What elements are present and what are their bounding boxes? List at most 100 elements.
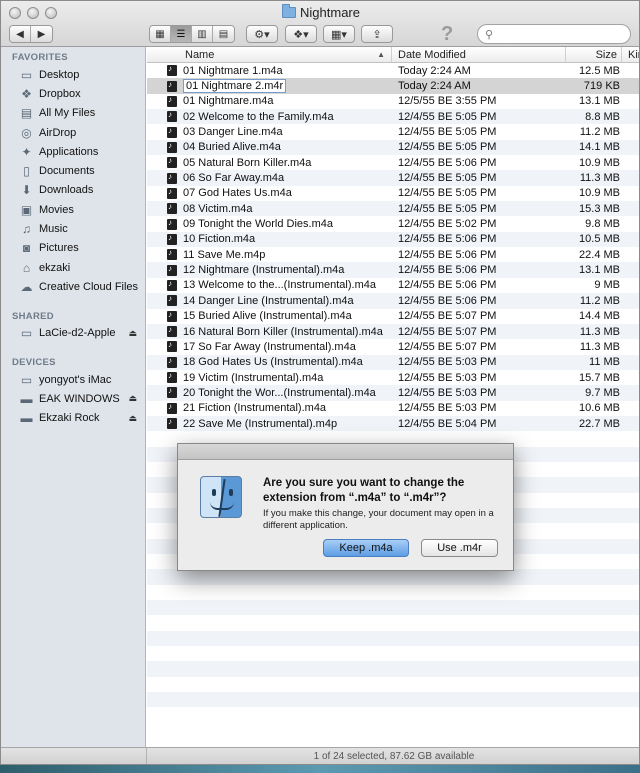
- file-row[interactable]: 03 Danger Line.m4a 12/4/55 BE 5:05 PM 11.2…: [147, 124, 639, 139]
- file-row[interactable]: 16 Natural Born Killer (Instrumental).m4…: [147, 323, 639, 340]
- list-view-button[interactable]: ☰: [171, 26, 192, 42]
- sidebar-item[interactable]: ◙ Pictures: [1, 239, 145, 258]
- sidebar-header-devices: DEVICES: [12, 356, 56, 368]
- dropbox-icon: ❖: [21, 86, 32, 101]
- sidebar-item[interactable]: ⌂ ekzaki: [1, 258, 145, 277]
- titlebar: Nightmare ◀ ▶ ▦ ☰ ▥ ▤ ⚙▾ ❖▾ ▦▾ ⇪ ? ⚲: [1, 1, 639, 47]
- column-kind-header[interactable]: Kind: [622, 47, 639, 62]
- back-button[interactable]: ◀: [10, 26, 31, 42]
- cover-flow-button[interactable]: ▤: [213, 26, 234, 42]
- file-row[interactable]: 11 Save Me.m4p 12/4/55 BE 5:06 PM 22.4 MBp…: [147, 247, 639, 262]
- file-row[interactable]: 21 Fiction (Instrumental).m4a 12/4/55 BE …: [147, 401, 639, 416]
- finder-window: Nightmare ◀ ▶ ▦ ☰ ▥ ▤ ⚙▾ ❖▾ ▦▾ ⇪ ? ⚲ FAV…: [0, 0, 640, 765]
- file-size: 12.5 MB: [579, 64, 620, 77]
- audio-file-icon: [167, 295, 177, 307]
- column-date-header[interactable]: Date Modified: [392, 47, 566, 62]
- dropbox-menu-button[interactable]: ❖▾: [285, 25, 317, 43]
- sidebar-item[interactable]: ◎ AirDrop: [1, 123, 145, 142]
- file-name-cell: 20 Tonight the Wor...(Instrumental).m4a: [147, 387, 392, 399]
- sidebar-item[interactable]: ▣ Movies: [1, 200, 145, 219]
- file-row[interactable]: 12 Nightmare (Instrumental).m4a 12/4/55 B…: [147, 262, 639, 278]
- sidebar-item[interactable]: ✦ Applications: [1, 142, 145, 161]
- eject-icon[interactable]: ⏏: [128, 413, 137, 424]
- sidebar-item[interactable]: ▭ Desktop: [1, 65, 145, 84]
- home-icon: ⌂: [22, 260, 31, 275]
- column-size-label: Size: [595, 49, 617, 61]
- dialog-message: If you make this change, your document m…: [263, 508, 494, 531]
- empty-row: [147, 569, 639, 585]
- window-title-label: Nightmare: [300, 5, 360, 20]
- sidebar-item[interactable]: ☁ Creative Cloud Files: [1, 277, 145, 296]
- file-row[interactable]: 17 So Far Away (Instrumental).m4a 12/4/55…: [147, 339, 639, 354]
- share-button[interactable]: ⇪: [361, 25, 393, 43]
- sidebar-item[interactable]: ♫ Music: [1, 219, 145, 238]
- sidebar-item[interactable]: ⬇ Downloads: [1, 181, 145, 200]
- file-kind: App: [622, 157, 639, 169]
- file-row[interactable]: 06 So Far Away.m4a 12/4/55 BE 5:05 PM 11.3…: [147, 170, 639, 186]
- file-row[interactable]: 04 Buried Alive.m4a 12/4/55 BE 5:05 PM 14.…: [147, 139, 639, 156]
- file-name-edit-field[interactable]: 01 Nightmare 2.m4r: [183, 79, 287, 94]
- sidebar-item[interactable]: ▭ LaCie-d2-Apple ⏏: [1, 324, 145, 343]
- use-extension-button[interactable]: Use .m4r: [421, 539, 498, 557]
- sidebar-footer: [1, 747, 147, 764]
- file-size: 10.6 MB: [579, 402, 620, 415]
- file-kind: App: [622, 65, 639, 77]
- file-name-cell: 08 Victim.m4a: [147, 203, 392, 215]
- arrange-icon: ▦▾: [331, 28, 347, 41]
- sidebar-item[interactable]: ❖ Dropbox: [1, 84, 145, 103]
- file-row[interactable]: 20 Tonight the Wor...(Instrumental).m4a 1…: [147, 385, 639, 401]
- sidebar-item-label: Pictures: [39, 242, 79, 255]
- file-row[interactable]: 15 Buried Alive (Instrumental).m4a 12/4/5…: [147, 309, 639, 324]
- drive-icon: ▬: [20, 411, 33, 426]
- audio-file-icon: [167, 203, 177, 215]
- file-row[interactable]: 13 Welcome to the...(Instrumental).m4a 12…: [147, 278, 639, 293]
- file-row[interactable]: 01 Nightmare 2.m4r Today 2:24 AM 719 KBApp: [147, 78, 639, 94]
- file-row[interactable]: 18 God Hates Us (Instrumental).m4a 12/4/5…: [147, 354, 639, 370]
- dropbox-icon: ❖▾: [293, 28, 309, 41]
- eject-icon[interactable]: ⏏: [128, 328, 137, 339]
- column-view-button[interactable]: ▥: [192, 26, 213, 42]
- file-name: 07 God Hates Us.m4a: [183, 187, 292, 200]
- file-row[interactable]: 01 Nightmare 1.m4a Today 2:24 AM 12.5 MBAp…: [147, 63, 639, 78]
- downloads-icon: ⬇: [21, 183, 32, 198]
- file-row[interactable]: 01 Nightmare.m4a 12/5/55 BE 3:55 PM 13.1 M…: [147, 94, 639, 109]
- file-name-cell: 05 Natural Born Killer.m4a: [147, 157, 392, 169]
- file-row[interactable]: 02 Welcome to the Family.m4a 12/4/55 BE 5…: [147, 109, 639, 125]
- icon-view-button[interactable]: ▦: [150, 26, 171, 42]
- share-icon: ⇪: [372, 28, 382, 41]
- file-name-cell: 16 Natural Born Killer (Instrumental).m4…: [147, 326, 392, 338]
- eject-icon[interactable]: ⏏: [128, 393, 137, 404]
- audio-file-icon: [167, 172, 177, 184]
- forward-button[interactable]: ▶: [31, 26, 52, 42]
- sidebar-item-label: Dropbox: [39, 87, 81, 100]
- file-row[interactable]: 19 Victim (Instrumental).m4a 12/4/55 BE 5…: [147, 370, 639, 385]
- sidebar-item[interactable]: ▬ EAK WINDOWS ⏏: [1, 389, 145, 408]
- movies-icon: ▣: [20, 202, 33, 217]
- file-date: 12/4/55 BE 5:07 PM: [398, 340, 497, 353]
- file-row[interactable]: 05 Natural Born Killer.m4a 12/4/55 BE 5:0…: [147, 155, 639, 170]
- file-row[interactable]: 14 Danger Line (Instrumental).m4a 12/4/55…: [147, 293, 639, 309]
- sidebar-item[interactable]: ▯ Documents: [1, 161, 145, 180]
- file-row[interactable]: 22 Save Me (Instrumental).m4p 12/4/55 BE …: [147, 415, 639, 432]
- sidebar-item[interactable]: ▬ Ekzaki Rock ⏏: [1, 408, 145, 427]
- rename-extension-dialog: Are you sure you want to change the exte…: [177, 443, 514, 571]
- sidebar-item[interactable]: ▭ yongyot's iMac: [1, 370, 145, 389]
- file-row[interactable]: 10 Fiction.m4a 12/4/55 BE 5:06 PM 10.5 MBA…: [147, 231, 639, 248]
- search-input[interactable]: [497, 28, 618, 40]
- search-field[interactable]: ⚲: [477, 24, 631, 44]
- keep-extension-button[interactable]: Keep .m4a: [323, 539, 409, 557]
- file-kind: App: [622, 233, 639, 245]
- file-row[interactable]: 07 God Hates Us.m4a 12/4/55 BE 5:05 PM 10.…: [147, 186, 639, 201]
- sidebar-item[interactable]: ▤ All My Files: [1, 104, 145, 123]
- file-date: 12/4/55 BE 5:05 PM: [398, 202, 497, 215]
- column-size-header[interactable]: Size: [566, 47, 622, 62]
- help-icon[interactable]: ?: [441, 23, 453, 46]
- file-date: 12/4/55 BE 5:05 PM: [398, 187, 497, 200]
- audio-file-icon: [167, 80, 177, 92]
- column-name-header[interactable]: Name ▲: [147, 47, 392, 62]
- file-row[interactable]: 09 Tonight the World Dies.m4a 12/4/55 BE …: [147, 216, 639, 231]
- file-row[interactable]: 08 Victim.m4a 12/4/55 BE 5:05 PM 15.3 MBAp…: [147, 201, 639, 217]
- action-menu-button[interactable]: ⚙▾: [246, 25, 278, 43]
- arrange-menu-button[interactable]: ▦▾: [323, 25, 355, 43]
- file-date: Today 2:24 AM: [398, 80, 471, 93]
